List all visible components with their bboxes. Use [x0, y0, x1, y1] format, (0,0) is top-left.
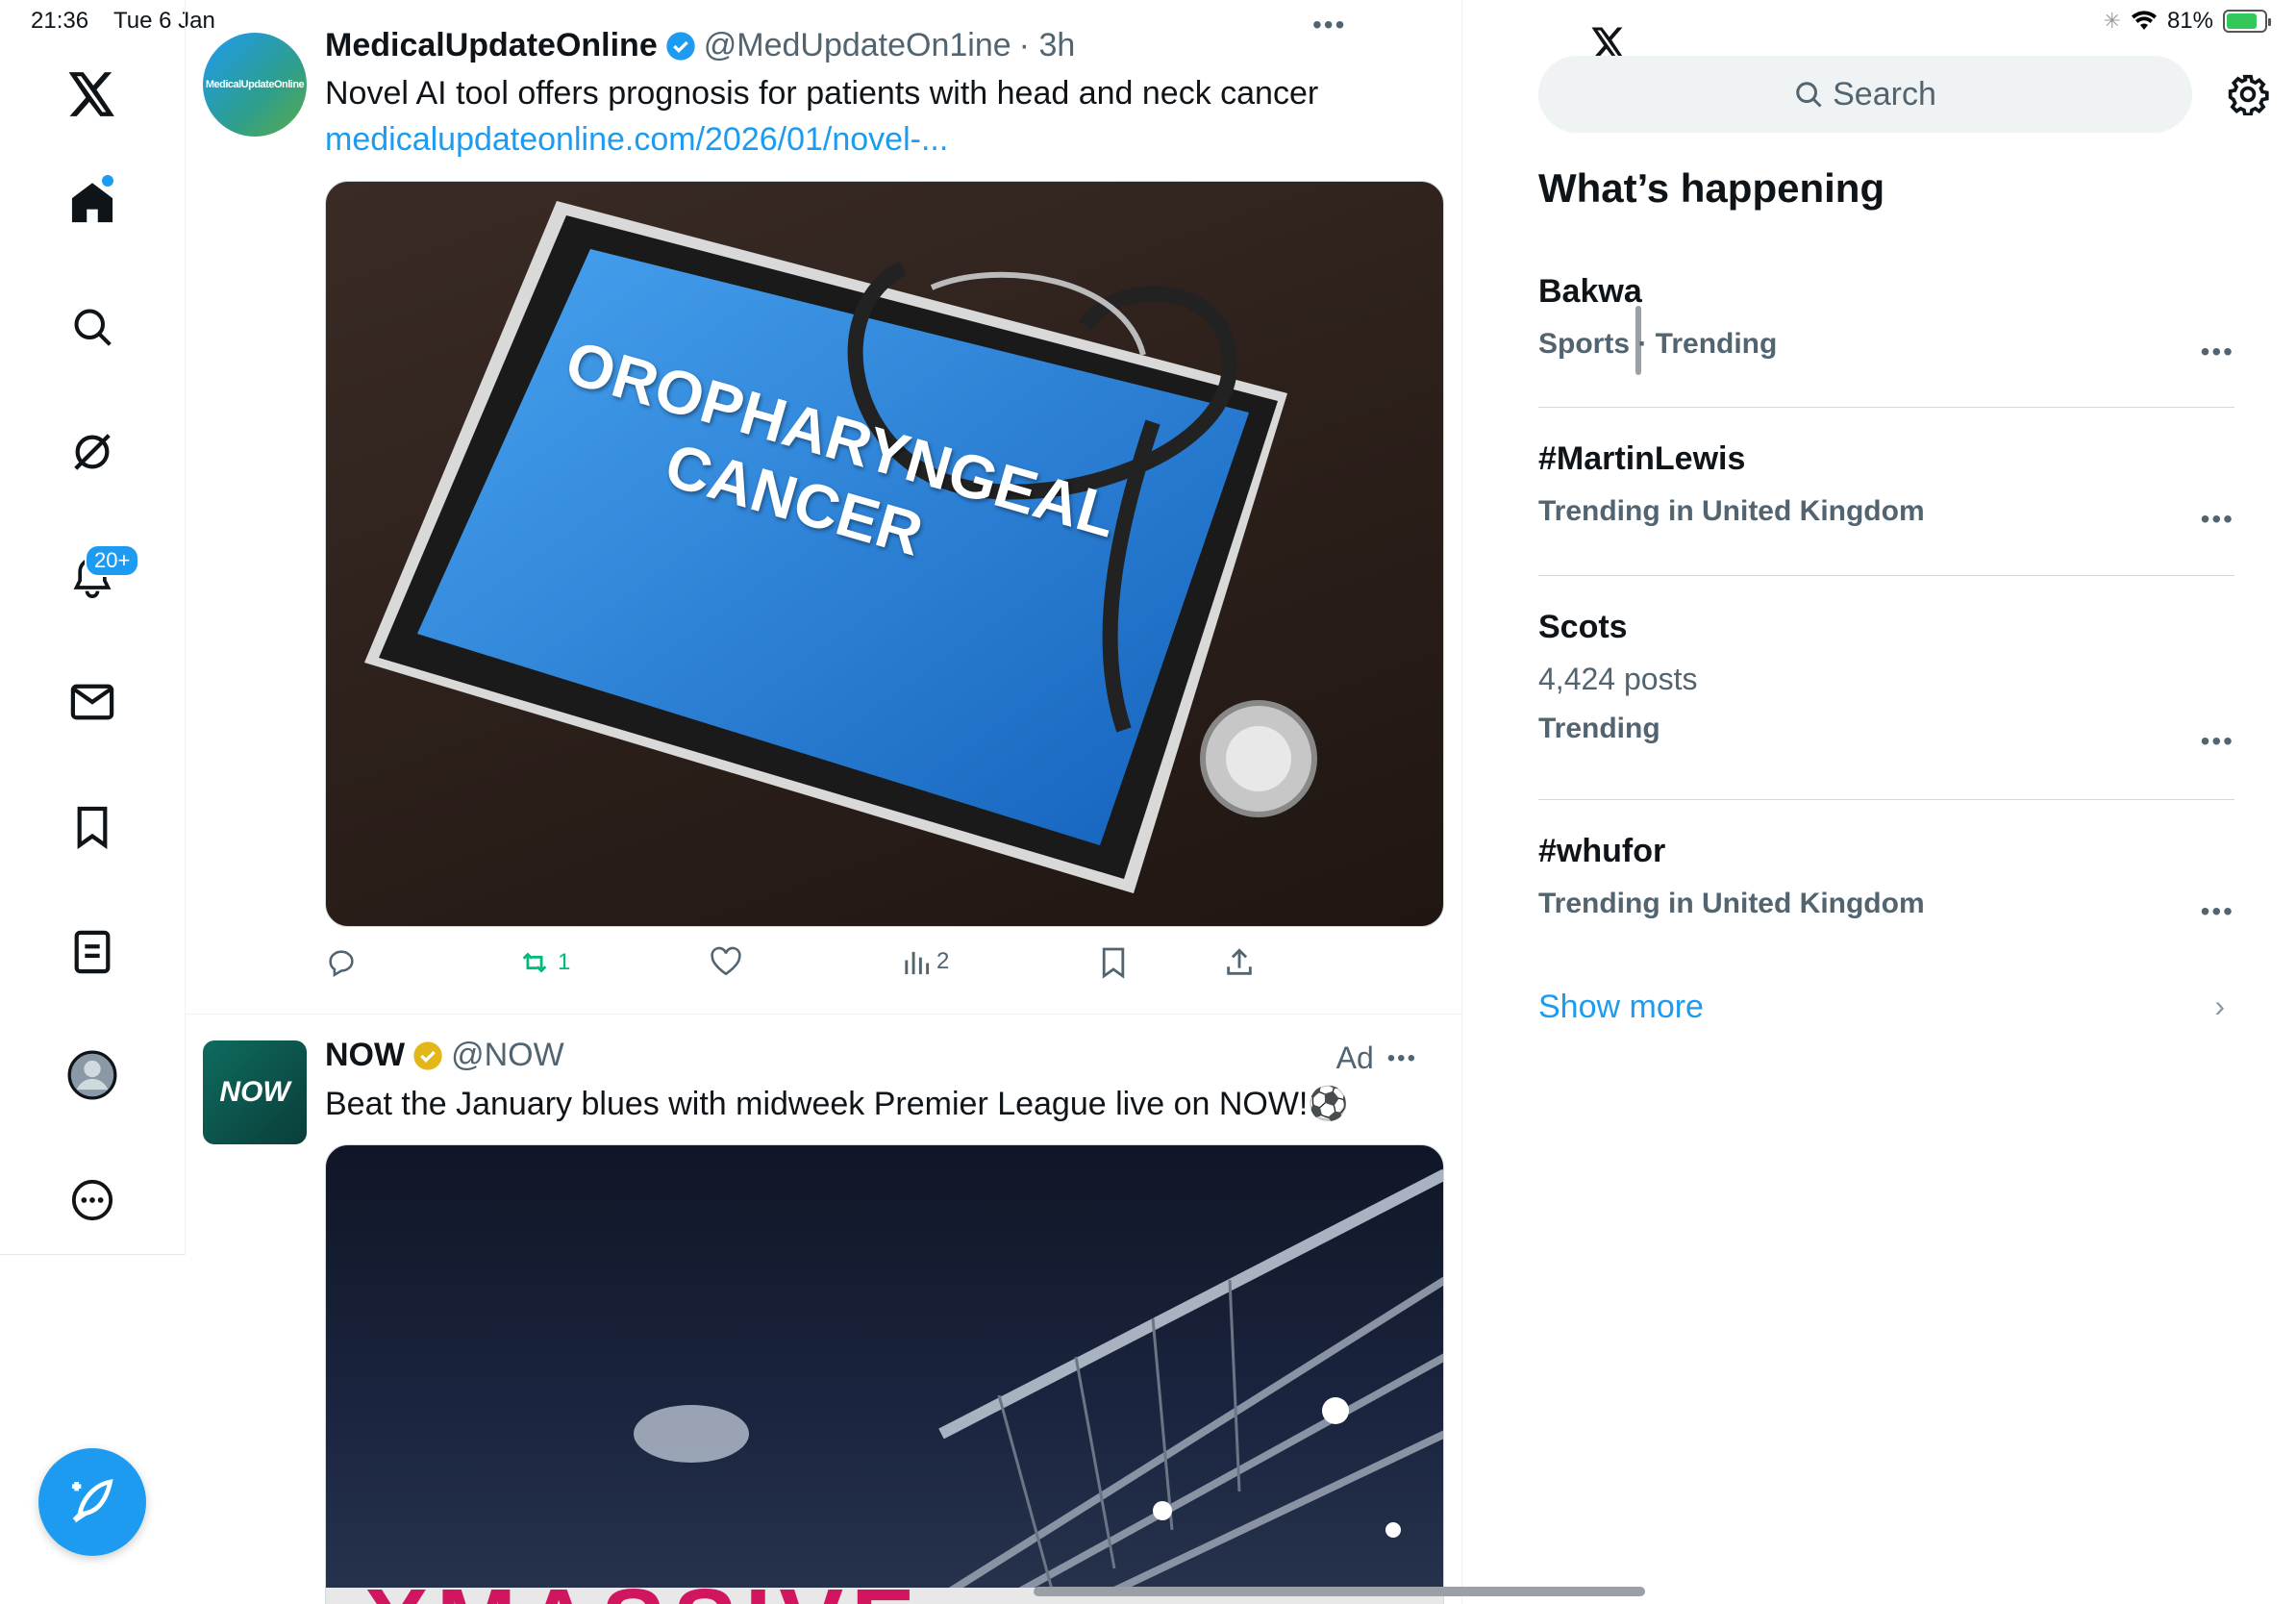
trend-item[interactable]: Bakwa Sports · Trending •••: [1538, 273, 2234, 366]
compose-button[interactable]: [38, 1448, 146, 1556]
post-text: Beat the January blues with midweek Prem…: [325, 1086, 1349, 1122]
more-dots-icon[interactable]: •••: [1387, 1045, 1417, 1072]
chevron-right-icon: ›: [2214, 989, 2225, 1023]
views-icon: [905, 951, 930, 975]
left-nav: 20+: [0, 0, 186, 1255]
trend-divider: [1538, 799, 2234, 800]
whats-happening-title: What’s happening: [1538, 165, 1885, 211]
ad-label: Ad: [1335, 1040, 1374, 1075]
image-text: XMASSIVE: [364, 1568, 923, 1604]
search-icon: [1796, 82, 1822, 108]
verified-badge-icon: [666, 31, 695, 61]
trend-divider: [1538, 575, 2234, 576]
activity-icon: ✳: [2103, 9, 2121, 33]
retweet-icon: [522, 952, 547, 973]
messages-icon[interactable]: [63, 673, 121, 731]
trend-title: Scots: [1538, 609, 1628, 645]
post-link[interactable]: medicalupdateonline.com/2026/01/novel-..…: [325, 121, 948, 159]
post-text: Novel AI tool offers prognosis for patie…: [325, 75, 1319, 112]
post-medicalupdate[interactable]: MedicalUpdateOnline MedicalUpdateOnline …: [186, 0, 1462, 1008]
trend-count: 4,424 posts: [1538, 662, 1698, 696]
show-more-label: Show more: [1538, 989, 1704, 1025]
trend-title: Bakwa: [1538, 273, 1642, 310]
avatar[interactable]: NOW: [203, 1040, 307, 1144]
home-unread-dot: [102, 175, 113, 187]
trend-item[interactable]: #MartinLewis Trending in United Kingdom …: [1538, 440, 2234, 534]
post-image[interactable]: OROPHARYNGEAL CANCER: [325, 181, 1444, 927]
like-button[interactable]: [710, 946, 742, 977]
bookmarks-icon[interactable]: [63, 798, 121, 856]
battery-icon: [2223, 10, 2271, 33]
retweet-count: 1: [558, 949, 571, 975]
trend-divider: [1538, 407, 2234, 408]
avatar-text: MedicalUpdateOnline: [205, 79, 305, 90]
trend-sub: Trending in United Kingdom: [1538, 495, 1925, 527]
notifications-badge: 20+: [85, 544, 140, 577]
trend-item[interactable]: #whufor Trending in United Kingdom •••: [1538, 833, 2234, 926]
trend-title: #MartinLewis: [1538, 440, 1746, 477]
horizontal-scrollbar[interactable]: [1034, 1587, 1645, 1596]
ad-indicator: Ad •••: [1336, 1040, 1417, 1076]
trend-sub: Trending in United Kingdom: [1538, 888, 1925, 919]
feed: ••• MedicalUpdateOnline MedicalUpdateOnl…: [186, 0, 1645, 1604]
show-more-link[interactable]: Show more ›: [1538, 989, 2234, 1026]
author-name[interactable]: NOW: [325, 1037, 405, 1074]
search-placeholder: Search: [1833, 75, 1936, 113]
battery-percent: 81%: [2166, 8, 2213, 34]
trend-sub: Sports · Trending: [1538, 328, 1778, 360]
author-name[interactable]: MedicalUpdateOnline: [325, 27, 658, 64]
more-dots-icon[interactable]: •••: [2201, 337, 2234, 367]
post-header: NOW @NOW: [325, 1037, 564, 1074]
post-now-ad[interactable]: NOW NOW @NOW Beat the January blues with…: [186, 1015, 1462, 1604]
more-icon[interactable]: [63, 1171, 121, 1229]
author-handle[interactable]: @NOW: [451, 1037, 564, 1074]
avatar-text: NOW: [219, 1076, 290, 1108]
post-time: · 3h: [1018, 27, 1076, 63]
lists-icon[interactable]: [63, 923, 121, 981]
retweet-button[interactable]: 1: [517, 946, 570, 979]
post-actions: 1 2: [325, 946, 1444, 989]
trend-sub: Trending: [1538, 713, 1660, 744]
more-dots-icon[interactable]: •••: [2201, 504, 2234, 535]
heart-icon: [711, 946, 741, 976]
grok-icon[interactable]: [63, 423, 121, 481]
share-icon: [1227, 948, 1252, 975]
more-dots-icon[interactable]: •••: [2201, 896, 2234, 927]
views-count: 2: [936, 948, 950, 974]
wifi-icon: [2131, 11, 2157, 30]
bookmark-button[interactable]: [1100, 946, 1127, 979]
post-image[interactable]: XMASSIVE: [325, 1144, 1444, 1604]
bookmark-icon: [1102, 947, 1125, 979]
status-indicators: ✳ 81%: [2103, 8, 2271, 35]
stadium-image: [326, 1168, 1443, 1604]
more-dots-icon[interactable]: •••: [2201, 726, 2234, 757]
search-box[interactable]: Search: [1538, 56, 2192, 133]
author-handle[interactable]: @MedUpdateOn1ine: [704, 27, 1011, 64]
verified-gold-badge-icon: [413, 1040, 442, 1070]
views-button[interactable]: 2: [902, 946, 949, 977]
search-icon[interactable]: [63, 298, 121, 356]
avatar[interactable]: MedicalUpdateOnline: [203, 33, 307, 137]
share-button[interactable]: [1223, 946, 1256, 979]
post-divider: [186, 1014, 1462, 1015]
gear-icon[interactable]: [2227, 73, 2269, 117]
compose-icon: [72, 1479, 113, 1523]
profile-icon[interactable]: [63, 1046, 121, 1104]
trend-item[interactable]: Scots 4,424 posts Trending •••: [1538, 609, 2234, 756]
post-header: MedicalUpdateOnline @MedUpdateOn1ine · 3…: [325, 27, 1075, 64]
reply-icon: [329, 950, 354, 978]
x-logo-icon[interactable]: [63, 65, 121, 123]
reply-button[interactable]: [325, 946, 358, 979]
trend-title: #whufor: [1538, 833, 1666, 869]
